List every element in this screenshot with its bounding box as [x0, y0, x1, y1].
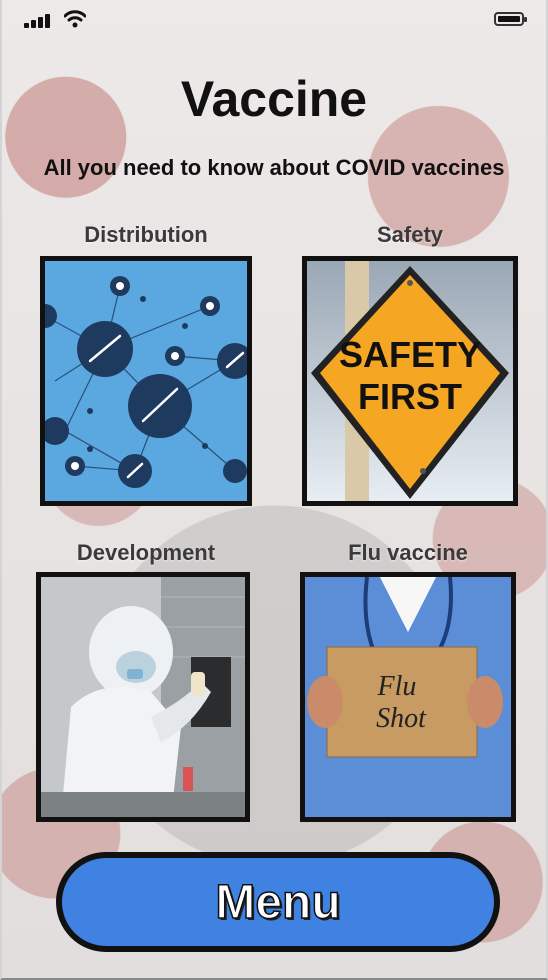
- safety-sign-line2: FIRST: [358, 376, 462, 417]
- page-subtitle: All you need to know about COVID vaccine…: [43, 155, 505, 180]
- wifi-icon: [64, 10, 86, 28]
- safety-card[interactable]: SAFETY FIRST: [302, 256, 518, 506]
- development-label: Development: [76, 540, 216, 565]
- safety-first-sign: SAFETY FIRST: [307, 261, 513, 501]
- flu-vaccine-card[interactable]: Flu Shot: [300, 572, 516, 822]
- status-bar: [24, 8, 527, 34]
- cellular-signal-icon: [24, 12, 54, 28]
- flu-sign-line2: Shot: [376, 703, 427, 734]
- flu-vaccine-label: Flu vaccine: [348, 540, 468, 565]
- menu-button[interactable]: Menu: [56, 852, 500, 952]
- flu-sign-line1: Flu: [377, 671, 417, 702]
- battery-icon: [494, 12, 527, 26]
- development-card[interactable]: [36, 572, 250, 822]
- lab-scientist-photo: [41, 577, 245, 817]
- distribution-card[interactable]: [40, 256, 252, 506]
- flu-shot-sign-photo: Flu Shot: [305, 577, 511, 817]
- page-title: Vaccine: [180, 71, 368, 127]
- distribution-label: Distribution: [84, 222, 208, 247]
- vaccine-network-illustration: [45, 261, 247, 501]
- safety-sign-line1: SAFETY: [339, 334, 481, 375]
- safety-label: Safety: [376, 222, 444, 247]
